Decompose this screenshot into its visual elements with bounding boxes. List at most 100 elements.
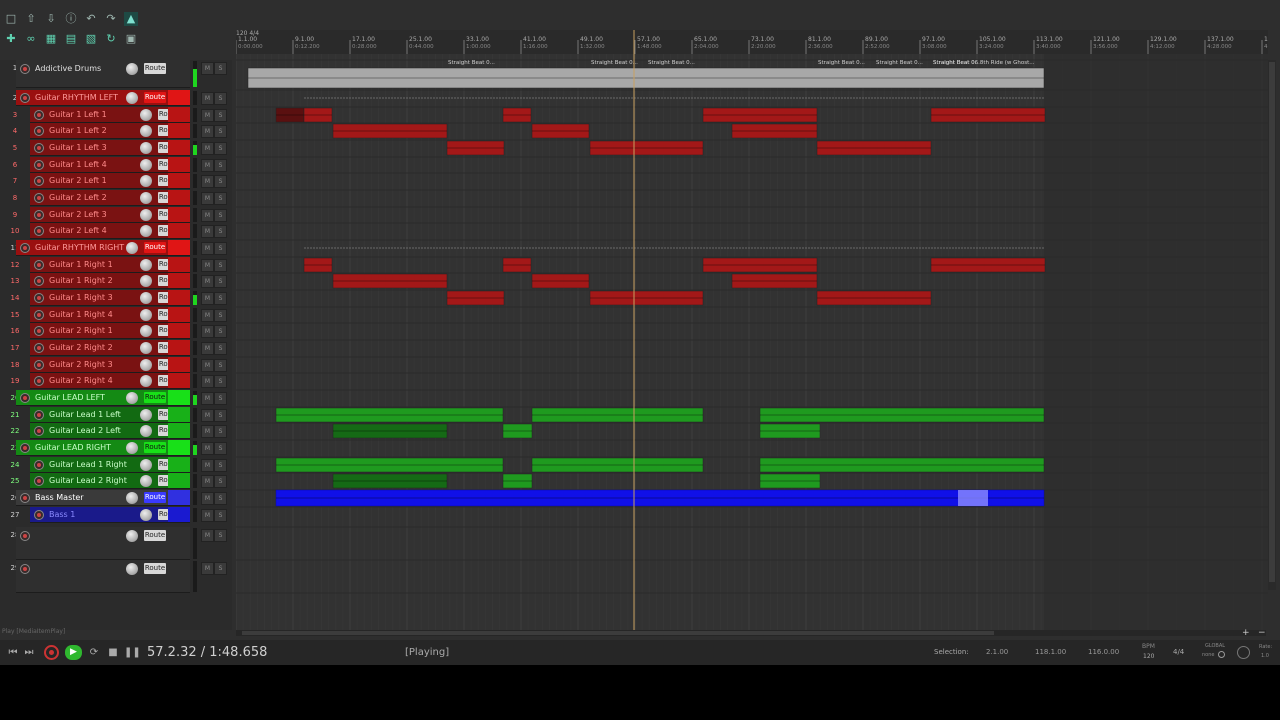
solo-button[interactable]: S [214, 392, 227, 405]
track-panel[interactable]: Guitar 2 Left 4Route [30, 223, 190, 239]
mute-button[interactable]: M [201, 392, 214, 405]
item-bass-selected[interactable] [958, 490, 988, 506]
solo-button[interactable]: S [214, 475, 227, 488]
route-button[interactable]: Route [144, 92, 166, 103]
mute-button[interactable]: M [201, 425, 214, 438]
track-row[interactable]: 22 Guitar Lead 2 LeftRoute MS [0, 423, 232, 439]
record-arm-button[interactable] [34, 226, 44, 236]
record-arm-button[interactable] [20, 64, 30, 74]
record-arm-button[interactable] [20, 493, 30, 503]
mute-button[interactable]: M [201, 459, 214, 472]
record-arm-button[interactable] [20, 531, 30, 541]
track-row[interactable]: 18 Guitar 2 Right 3Route MS [0, 357, 232, 373]
track-name[interactable]: Guitar Lead 1 Left [49, 410, 121, 419]
mute-button[interactable]: M [201, 292, 214, 305]
track-name[interactable]: Guitar 1 Left 1 [49, 110, 107, 119]
volume-knob[interactable] [126, 442, 138, 454]
record-arm-button[interactable] [34, 310, 44, 320]
track-row[interactable]: 16 Guitar 2 Right 1Route MS [0, 323, 232, 339]
global-automation-icon[interactable] [1218, 651, 1225, 658]
track-name[interactable]: Addictive Drums [35, 64, 101, 73]
solo-button[interactable]: S [214, 562, 227, 575]
envelope-lock-icon[interactable]: ▧ [84, 32, 98, 46]
item-grouping-icon[interactable]: ▤ [64, 32, 78, 46]
mute-button[interactable]: M [201, 125, 214, 138]
track-row[interactable]: 9 Guitar 2 Left 3Route MS [0, 207, 232, 223]
solo-button[interactable]: S [214, 175, 227, 188]
vertical-scrollbar[interactable] [1268, 60, 1276, 590]
solo-button[interactable]: S [214, 359, 227, 372]
track-row[interactable]: 13 Guitar 1 Right 2Route MS [0, 273, 232, 289]
track-panel[interactable]: Guitar Lead 2 RightRoute [30, 473, 190, 489]
track-row[interactable]: 10 Guitar 2 Left 4Route MS [0, 223, 232, 239]
redo-icon[interactable]: ↷ [104, 12, 118, 26]
track-name[interactable]: Guitar Lead 2 Right [49, 476, 127, 485]
mute-button[interactable]: M [201, 109, 214, 122]
solo-button[interactable]: S [214, 242, 227, 255]
track-panel[interactable]: Guitar Lead 2 LeftRoute [30, 423, 190, 439]
track-name[interactable]: Guitar RHYTHM LEFT [35, 93, 118, 102]
bpm-value[interactable]: 120 [1143, 653, 1154, 660]
track-row[interactable]: 3 Guitar 1 Left 1Route MS [0, 107, 232, 123]
mute-button[interactable]: M [201, 242, 214, 255]
volume-knob[interactable] [140, 475, 152, 487]
mute-button[interactable]: M [201, 62, 214, 75]
record-arm-button[interactable] [34, 293, 44, 303]
track-row[interactable]: 11 Guitar RHYTHM RIGHT Route M S [0, 240, 232, 256]
volume-knob[interactable] [140, 192, 152, 204]
track-panel[interactable]: Guitar 2 Left 1Route [30, 173, 190, 189]
track-row[interactable]: 15 Guitar 1 Right 4Route MS [0, 307, 232, 323]
go-to-end-icon[interactable]: ⏭ [22, 646, 36, 660]
volume-knob[interactable] [126, 563, 138, 575]
volume-knob[interactable] [140, 459, 152, 471]
route-button[interactable]: Route [144, 530, 166, 541]
track-name[interactable]: Guitar 2 Right 3 [49, 360, 113, 369]
track-panel[interactable]: Guitar Lead 1 LeftRoute [30, 407, 190, 423]
ripple-edit-icon[interactable]: ▦ [44, 32, 58, 46]
new-project-icon[interactable]: □ [4, 12, 18, 26]
track-row[interactable]: 23 Guitar LEAD RIGHT Route M S [0, 440, 232, 456]
mute-button[interactable]: M [201, 142, 214, 155]
lock-icon[interactable]: ▣ [124, 32, 138, 46]
solo-button[interactable]: S [214, 292, 227, 305]
solo-button[interactable]: S [214, 142, 227, 155]
track-name[interactable]: Guitar 1 Left 4 [49, 160, 107, 169]
track-name[interactable]: Guitar 1 Right 3 [49, 293, 113, 302]
record-arm-button[interactable] [34, 126, 44, 136]
record-arm-button[interactable] [34, 360, 44, 370]
record-arm-button[interactable] [34, 210, 44, 220]
route-button[interactable]: Route [144, 392, 166, 403]
volume-knob[interactable] [140, 275, 152, 287]
track-row[interactable]: 17 Guitar 2 Right 2Route MS [0, 340, 232, 356]
track-panel[interactable]: Guitar 1 Right 3Route [30, 290, 190, 306]
mute-button[interactable]: M [201, 529, 214, 542]
metronome-icon[interactable]: ▲ [124, 12, 138, 26]
record-arm-button[interactable] [34, 460, 44, 470]
track-name[interactable]: Guitar 2 Right 2 [49, 343, 113, 352]
route-button[interactable]: Route [144, 563, 166, 574]
record-arm-button[interactable] [34, 426, 44, 436]
track-row[interactable]: 29 Route M S [0, 560, 232, 593]
solo-button[interactable]: S [214, 342, 227, 355]
volume-knob[interactable] [126, 63, 138, 75]
track-panel[interactable]: Addictive Drums Route [16, 60, 190, 88]
mute-button[interactable]: M [201, 209, 214, 222]
track-panel[interactable]: Bass Master Route [16, 490, 190, 506]
record-arm-button[interactable] [20, 93, 30, 103]
solo-button[interactable]: S [214, 109, 227, 122]
volume-knob[interactable] [126, 392, 138, 404]
drum-item-label[interactable]: Straight Beat 0... [448, 60, 495, 66]
track-panel[interactable]: Guitar 1 Left 4Route [30, 157, 190, 173]
mute-button[interactable]: M [201, 275, 214, 288]
track-panel[interactable]: Route [16, 560, 190, 593]
undo-icon[interactable]: ↶ [84, 12, 98, 26]
route-button[interactable]: Route [144, 63, 166, 74]
position-readout[interactable]: 57.2.32 / 1:48.658 [147, 645, 267, 660]
record-arm-button[interactable] [20, 393, 30, 403]
record-arm-button[interactable] [34, 343, 44, 353]
track-row[interactable]: 6 Guitar 1 Left 4Route MS [0, 157, 232, 173]
horizontal-scrollbar-thumb[interactable] [242, 631, 994, 635]
mute-button[interactable]: M [201, 225, 214, 238]
mute-button[interactable]: M [201, 309, 214, 322]
track-row[interactable]: 12 Guitar 1 Right 1Route MS [0, 257, 232, 273]
